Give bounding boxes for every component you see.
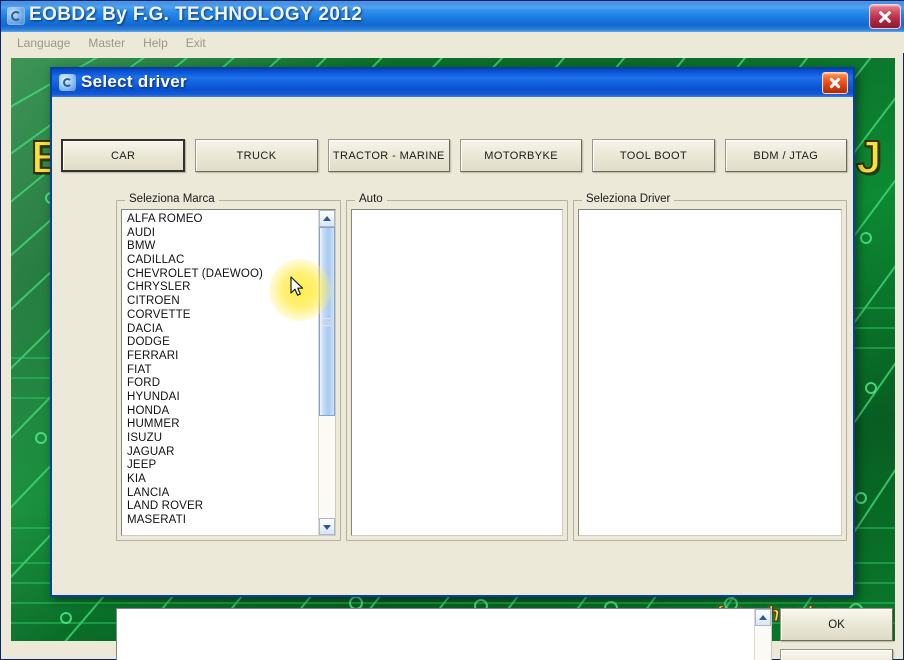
dialog-circle-icon bbox=[59, 74, 76, 91]
log-scrollbar-track[interactable] bbox=[755, 626, 771, 660]
log-textarea[interactable] bbox=[116, 608, 772, 660]
close-icon[interactable] bbox=[869, 4, 901, 29]
scrollbar-thumb[interactable] bbox=[319, 227, 335, 417]
list-item[interactable]: MASERATI bbox=[127, 514, 318, 528]
dialog-titlebar: Select driver bbox=[52, 69, 853, 97]
brand-groupbox-legend: Seleziona Marca bbox=[125, 193, 219, 205]
brand-list-items: ALFA ROMEO AUDI BMW CADILLAC CHEVROLET (DAEW… bbox=[122, 210, 318, 535]
app-title: EOBD2 By F.G. TECHNOLOGY 2012 bbox=[29, 4, 363, 25]
brand-groupbox: Seleziona Marca ALFA ROMEO AUDI BMW CADILLA… bbox=[116, 193, 341, 541]
log-scroll-up-icon[interactable] bbox=[755, 609, 771, 626]
cancel-button[interactable]: Cancel bbox=[780, 649, 893, 660]
list-item[interactable]: DODGE bbox=[127, 336, 318, 350]
list-item[interactable]: FORD bbox=[127, 377, 318, 391]
driver-groupbox: Seleziona Driver bbox=[573, 193, 847, 541]
list-item[interactable]: JEEP bbox=[127, 459, 318, 473]
menu-item-exit[interactable]: Exit bbox=[177, 34, 215, 52]
tab-truck[interactable]: TRUCK bbox=[195, 139, 318, 172]
tab-motorbyke[interactable]: MOTORBYKE bbox=[459, 139, 583, 172]
select-driver-dialog: Select driver CAR TRUCK TRACTOR - MARINE… bbox=[50, 67, 893, 660]
menu-item-language[interactable]: Language bbox=[8, 34, 79, 52]
model-list[interactable] bbox=[351, 209, 563, 536]
scroll-up-icon[interactable] bbox=[319, 210, 335, 227]
brand-list[interactable]: ALFA ROMEO AUDI BMW CADILLAC CHEVROLET (DAEW… bbox=[121, 209, 336, 536]
model-groupbox-legend: Auto bbox=[355, 193, 387, 205]
driver-list-items bbox=[579, 210, 841, 535]
list-item[interactable]: ISUZU bbox=[127, 432, 318, 446]
ok-button[interactable]: OK bbox=[780, 608, 893, 641]
tab-tool-boot[interactable]: TOOL BOOT bbox=[592, 139, 715, 172]
list-item[interactable]: FERRARI bbox=[127, 350, 318, 364]
list-item[interactable]: LANCIA bbox=[127, 487, 318, 501]
main-window: EOBD2 By F.G. TECHNOLOGY 2012 Language M… bbox=[0, 0, 904, 660]
menu-item-master[interactable]: Master bbox=[79, 34, 134, 52]
menu-item-help[interactable]: Help bbox=[134, 34, 177, 52]
log-scrollbar[interactable] bbox=[754, 609, 771, 660]
driver-groupbox-legend: Seleziona Driver bbox=[582, 193, 675, 205]
category-tab-row: CAR TRUCK TRACTOR - MARINE MOTORBYKE TOO… bbox=[61, 139, 847, 172]
tab-tractor-marine[interactable]: TRACTOR - MARINE bbox=[327, 139, 450, 172]
scroll-down-icon[interactable] bbox=[319, 518, 335, 535]
brand-list-scrollbar[interactable] bbox=[318, 210, 335, 535]
list-item[interactable]: HUMMER bbox=[127, 418, 318, 432]
list-item[interactable]: CHEVROLET (DAEWOO) bbox=[127, 268, 318, 282]
list-item[interactable]: LAND ROVER bbox=[127, 500, 318, 514]
list-item[interactable]: CHRYSLER bbox=[127, 281, 318, 295]
model-groupbox: Auto bbox=[346, 193, 568, 541]
background-logo-right: J bbox=[855, 130, 883, 184]
scrollbar-track[interactable] bbox=[319, 227, 335, 518]
driver-list[interactable] bbox=[578, 209, 842, 536]
list-item[interactable]: FIAT bbox=[127, 364, 318, 378]
tab-car[interactable]: CAR bbox=[61, 139, 186, 172]
list-item[interactable]: AUDI bbox=[127, 227, 318, 241]
dialog-title: Select driver bbox=[81, 72, 187, 91]
list-item[interactable]: JAGUAR bbox=[127, 446, 318, 460]
tab-bdm-jtag[interactable]: BDM / JTAG bbox=[724, 139, 847, 172]
list-item[interactable]: DACIA bbox=[127, 323, 318, 337]
menubar: Language Master Help Exit bbox=[2, 32, 904, 53]
main-titlebar: EOBD2 By F.G. TECHNOLOGY 2012 bbox=[1, 1, 904, 32]
list-item[interactable]: CADILLAC bbox=[127, 254, 318, 268]
list-item[interactable]: HYUNDAI bbox=[127, 391, 318, 405]
model-list-items bbox=[352, 210, 562, 535]
dialog-close-icon[interactable] bbox=[822, 72, 848, 94]
app-circle-icon bbox=[7, 7, 25, 25]
list-item[interactable]: KIA bbox=[127, 473, 318, 487]
list-item[interactable]: HONDA bbox=[127, 405, 318, 419]
screen: EOBD2 By F.G. TECHNOLOGY 2012 Language M… bbox=[0, 0, 904, 660]
list-item[interactable]: CORVETTE bbox=[127, 309, 318, 323]
list-item[interactable]: CITROEN bbox=[127, 295, 318, 309]
list-item[interactable]: ALFA ROMEO bbox=[127, 213, 318, 227]
list-item[interactable]: BMW bbox=[127, 240, 318, 254]
dialog-body: CAR TRUCK TRACTOR - MARINE MOTORBYKE TOO… bbox=[52, 97, 893, 660]
